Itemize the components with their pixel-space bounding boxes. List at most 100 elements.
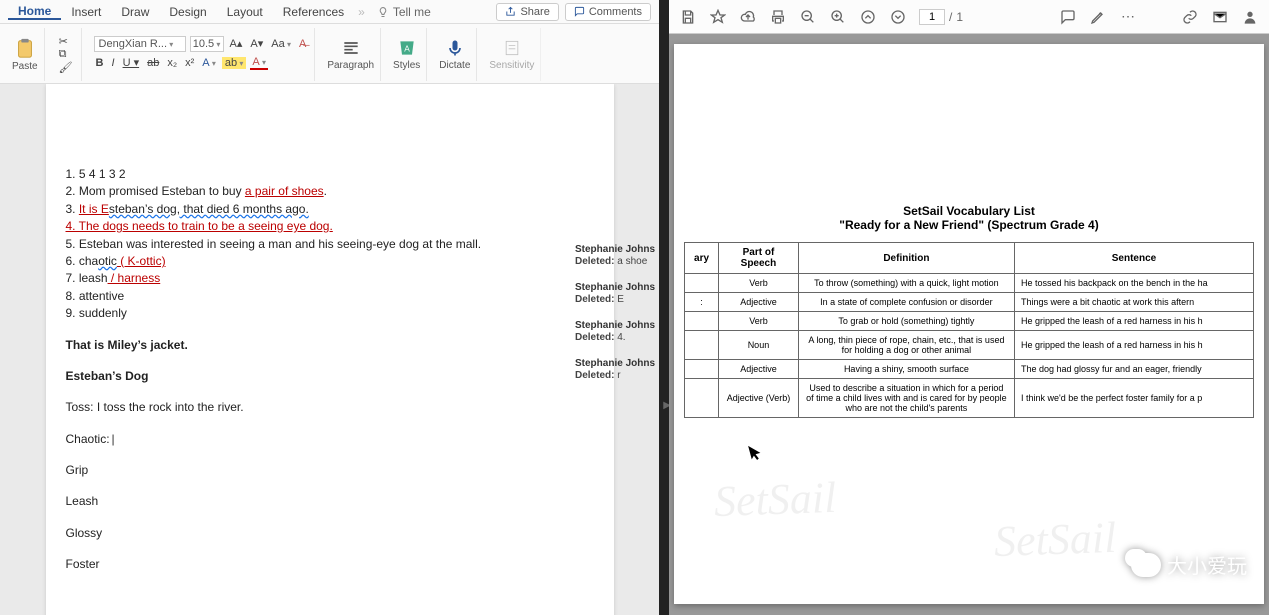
table-row: NounA long, thin piece of rope, chain, e… <box>685 331 1254 360</box>
markup-item[interactable]: Stephanie Johns Deleted: 4. <box>575 320 655 344</box>
paste-label: Paste <box>12 61 38 72</box>
tell-me[interactable]: Tell me <box>377 5 431 19</box>
pdf-subtitle: "Ready for a New Friend" (Spectrum Grade… <box>684 218 1254 232</box>
share-button[interactable]: Share <box>496 3 558 21</box>
tell-me-label: Tell me <box>393 5 431 19</box>
doc-line-7: 7. leash / harness <box>66 270 594 287</box>
pdf-toolbar: / 1 ⋯ <box>669 0 1269 34</box>
pdf-page: SetSail SetSail SetSail Vocabulary List … <box>674 44 1264 604</box>
split-divider[interactable] <box>659 0 669 615</box>
text-effects-icon[interactable]: A <box>200 57 218 69</box>
superscript-button[interactable]: x² <box>183 57 196 69</box>
doc-line-16: Glossy <box>66 525 594 542</box>
table-row: Adjective (Verb)Used to describe a situa… <box>685 379 1254 418</box>
font-size-select[interactable]: 10.5 <box>190 36 224 52</box>
tab-home[interactable]: Home <box>8 4 61 20</box>
format-painter-icon[interactable]: 🖌 <box>57 61 75 74</box>
comments-button[interactable]: Comments <box>565 3 651 21</box>
tab-references[interactable]: References <box>273 5 354 19</box>
paragraph-icon <box>341 38 361 58</box>
link-icon[interactable] <box>1181 8 1199 26</box>
tab-insert[interactable]: Insert <box>61 5 111 19</box>
markup-pane: Stephanie Johns Deleted: a shoe Stephani… <box>575 244 655 396</box>
table-row: VerbTo throw (something) with a quick, l… <box>685 274 1254 293</box>
grow-font-icon[interactable]: A▴ <box>228 37 245 50</box>
tab-layout[interactable]: Layout <box>217 5 273 19</box>
doc-line-2: 2. Mom promised Esteban to buy a pair of… <box>66 183 594 200</box>
tab-draw[interactable]: Draw <box>111 5 159 19</box>
dictate-group[interactable]: Dictate <box>433 28 477 81</box>
page-current-input[interactable] <box>919 9 945 25</box>
tab-design[interactable]: Design <box>159 5 216 19</box>
pdf-viewport[interactable]: SetSail SetSail SetSail Vocabulary List … <box>669 34 1269 615</box>
font-name-select[interactable]: DengXian R... <box>94 36 186 52</box>
document-page[interactable]: 1. 5 4 1 3 2 2. Mom promised Esteban to … <box>46 84 614 615</box>
markup-item[interactable]: Stephanie Johns Deleted: a shoe <box>575 244 655 268</box>
zoom-in-icon[interactable] <box>829 8 847 26</box>
markup-item[interactable]: Stephanie Johns Deleted: r <box>575 358 655 382</box>
doc-line-15: Leash <box>66 493 594 510</box>
sensitivity-group[interactable]: Sensitivity <box>483 28 541 81</box>
pdf-title: SetSail Vocabulary List <box>684 204 1254 218</box>
table-row: VerbTo grab or hold (something) tightlyH… <box>685 312 1254 331</box>
doc-line-12: Toss: I toss the rock into the river. <box>66 399 594 416</box>
clear-format-icon[interactable]: A̶ <box>297 38 308 50</box>
comment-icon <box>574 6 585 17</box>
doc-line-9: 9. suddenly <box>66 305 594 322</box>
change-case-icon[interactable]: Aa <box>269 38 293 50</box>
paste-icon <box>14 37 36 59</box>
paragraph-label: Paragraph <box>327 60 374 71</box>
italic-button[interactable]: I <box>110 57 117 69</box>
styles-icon: A <box>397 38 417 58</box>
user-icon[interactable] <box>1241 8 1259 26</box>
subscript-button[interactable]: x₂ <box>165 57 179 69</box>
markup-item[interactable]: Stephanie Johns Deleted: E <box>575 282 655 306</box>
watermark: SetSail <box>993 512 1117 567</box>
strike-button[interactable]: ab <box>145 57 161 69</box>
pencil-icon[interactable] <box>1089 8 1107 26</box>
doc-line-4: 4. The dogs needs to train to be a seein… <box>66 218 594 235</box>
paragraph-group[interactable]: Paragraph <box>321 28 381 81</box>
document-area[interactable]: 1. 5 4 1 3 2 2. Mom promised Esteban to … <box>0 84 659 615</box>
dictate-label: Dictate <box>439 60 470 71</box>
cloud-upload-icon[interactable] <box>739 8 757 26</box>
tab-overflow-icon[interactable]: » <box>358 5 365 19</box>
doc-line-6: 6. chaotic ( K-ottic) <box>66 253 594 270</box>
annotate-note-icon[interactable] <box>1059 8 1077 26</box>
zoom-out-icon[interactable] <box>799 8 817 26</box>
page-up-icon[interactable] <box>859 8 877 26</box>
font-group: DengXian R... 10.5 A▴ A▾ Aa A̶ B I U ▾ a… <box>88 28 316 81</box>
sensitivity-icon <box>502 38 522 58</box>
paste-button[interactable]: Paste <box>12 37 38 72</box>
star-icon[interactable] <box>709 8 727 26</box>
more-icon[interactable]: ⋯ <box>1119 8 1137 26</box>
table-row: :AdjectiveIn a state of complete confusi… <box>685 293 1254 312</box>
doc-line-3: 3. It is Esteban’s dog, that died 6 mont… <box>66 201 594 218</box>
vocab-table: ary Part of Speech Definition Sentence V… <box>684 242 1254 418</box>
pdf-window: / 1 ⋯ SetSail SetSail SetSail Vocabulary… <box>669 0 1269 615</box>
save-icon[interactable] <box>679 8 697 26</box>
clipboard-extra: ✂ ⧉ 🖌 <box>51 28 82 81</box>
page-down-icon[interactable] <box>889 8 907 26</box>
page-indicator: / 1 <box>919 9 963 25</box>
font-color-icon[interactable]: A <box>250 56 268 70</box>
underline-button[interactable]: U ▾ <box>121 56 142 69</box>
doc-line-13[interactable]: Chaotic: <box>66 431 594 448</box>
wechat-text: 大小爱玩 <box>1167 550 1247 579</box>
shrink-font-icon[interactable]: A▾ <box>248 37 265 50</box>
table-header-row: ary Part of Speech Definition Sentence <box>685 243 1254 274</box>
share-label: Share <box>520 6 549 18</box>
bold-button[interactable]: B <box>94 57 106 69</box>
comments-label: Comments <box>589 6 642 18</box>
copy-icon[interactable]: ⧉ <box>57 48 69 61</box>
ribbon-tabs: Home Insert Draw Design Layout Reference… <box>0 0 659 24</box>
doc-line-17: Foster <box>66 556 594 573</box>
print-icon[interactable] <box>769 8 787 26</box>
highlight-icon[interactable]: ab <box>222 57 247 69</box>
col-sent: Sentence <box>1015 243 1254 274</box>
doc-line-5: 5. Esteban was interested in seeing a ma… <box>66 236 594 253</box>
styles-group[interactable]: A Styles <box>387 28 427 81</box>
wechat-icon <box>1131 553 1161 577</box>
cut-icon[interactable]: ✂ <box>57 35 70 48</box>
mail-icon[interactable] <box>1211 8 1229 26</box>
